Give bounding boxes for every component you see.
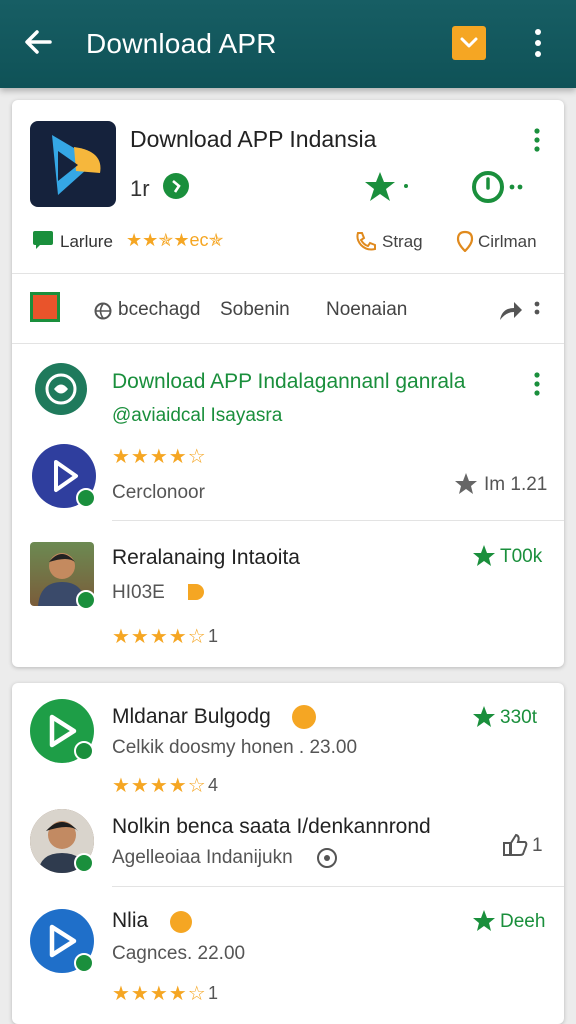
list-item-subtitle: Agelleoiaa Indanijukn (112, 847, 293, 868)
verified-badge-icon (76, 590, 96, 610)
list-item-title[interactable]: Nolkin benca saata I/denkannrond (112, 815, 431, 839)
star-icon (473, 545, 495, 566)
app-name: Download APP Indansia (130, 126, 377, 152)
tab-noenaian[interactable]: Noenaian (326, 299, 407, 321)
list-item-title[interactable]: Mldanar Bulgodg (112, 705, 271, 729)
rating-stars: ★★★★☆ (112, 626, 207, 648)
verified-badge-icon (76, 488, 96, 508)
app-detail-card: Download APP Indansia 1r Larlure ★★✯★ec✯… (12, 100, 564, 667)
clock-icon (317, 848, 337, 868)
tab-logo-icon (30, 292, 60, 322)
tag-label: Larlure (60, 232, 113, 251)
developer-logo-icon (35, 363, 87, 415)
divider (12, 273, 564, 274)
emoji-icon (170, 911, 192, 933)
like-icon[interactable] (502, 833, 528, 857)
list-item-meta: 1 (532, 835, 543, 856)
bookmark-icon[interactable] (452, 26, 486, 60)
emoji-icon (292, 705, 316, 729)
back-arrow-icon[interactable] (22, 26, 54, 58)
tag-stars: ★★✯★ec✯ (126, 230, 224, 250)
list-item-meta: 330t (500, 707, 537, 728)
d-badge-icon (188, 584, 204, 600)
rating-stars: ★★★★☆ (112, 446, 207, 468)
globe-icon (94, 302, 112, 320)
verified-badge-icon (74, 953, 94, 973)
feature-subtitle: @aviaidcal Isayasra (112, 405, 283, 426)
rating-stars: ★★★★☆ (112, 983, 207, 1005)
app-logo-icon (30, 121, 116, 207)
list-item-meta: T00k (500, 546, 543, 567)
star-icon (473, 706, 495, 727)
status-check-icon (163, 173, 189, 199)
feature-title[interactable]: Download APP Indalagannanl ganrala (112, 370, 465, 394)
list-item-subtitle: Cagnces. 22.00 (112, 943, 246, 964)
list-item-subtitle: Celkik doosmy honen . 23.00 (112, 737, 358, 758)
divider (112, 886, 564, 887)
rating-count: 1 (208, 626, 219, 646)
phone-icon[interactable] (354, 230, 376, 252)
verified-badge-icon (74, 853, 94, 873)
verified-badge-icon (74, 741, 94, 761)
rating-stars: ★★★★☆ (112, 775, 207, 797)
rating-count: 4 (208, 775, 219, 795)
list-item-subtitle: HI03E (112, 582, 165, 603)
divider (12, 343, 564, 344)
tab-menu-icon[interactable] (534, 300, 540, 324)
page-title: Download APR (86, 28, 277, 59)
share-icon[interactable] (496, 298, 524, 324)
feature-menu-icon[interactable] (534, 372, 540, 396)
star-icon (473, 910, 495, 931)
app-menu-icon[interactable] (534, 128, 540, 152)
star-icon (455, 473, 477, 494)
list-item-subtitle: Cerclonoor (112, 482, 205, 503)
more-vert-icon[interactable] (528, 28, 548, 58)
list-item-meta: Im 1.21 (484, 474, 548, 495)
stat-left: 1r (130, 176, 150, 201)
star-rate-icon[interactable] (364, 170, 412, 204)
list-card: Mldanar Bulgodg Celkik doosmy honen . 23… (12, 683, 564, 1024)
list-item-title[interactable]: Nlia (112, 909, 148, 933)
app-bar: Download APR (0, 0, 576, 88)
timer-icon[interactable] (470, 170, 530, 204)
list-item-title[interactable]: Reralanaing Intaoita (112, 546, 300, 570)
location-pin-icon[interactable] (456, 230, 474, 252)
rating-count: 1 (208, 983, 219, 1003)
list-item-meta: Deeh (500, 911, 546, 932)
divider (112, 520, 564, 521)
link-strag[interactable]: Strag (382, 232, 423, 252)
tab-sobenin[interactable]: Sobenin (220, 299, 290, 321)
link-cirlman[interactable]: Cirlman (478, 232, 537, 252)
tab-bcechagd[interactable]: bcechagd (118, 299, 200, 321)
flag-icon (33, 231, 53, 249)
